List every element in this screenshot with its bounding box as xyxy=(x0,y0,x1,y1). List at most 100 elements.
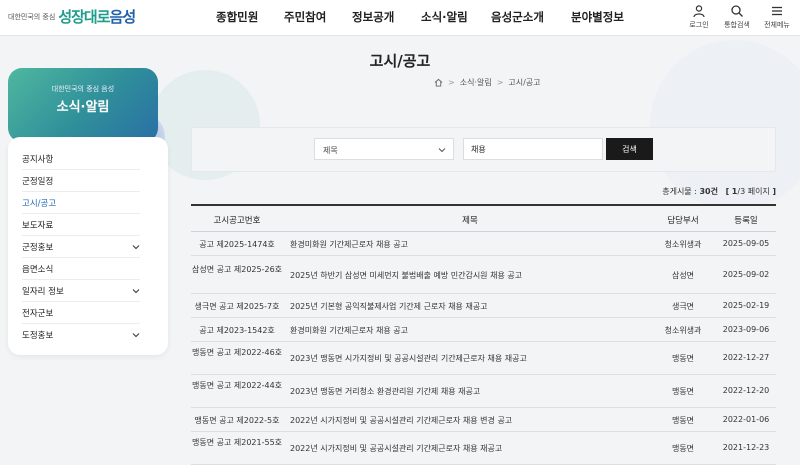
sidebar-item-press[interactable]: 보도자료 xyxy=(22,214,140,236)
sidebar-item-label: 고시/공고 xyxy=(22,198,57,209)
chevron-down-icon xyxy=(438,148,446,153)
row-title[interactable]: 환경미화원 기간제근로자 채용 공고 xyxy=(290,325,650,336)
side-banner: 대한민국의 중심 음성 소식·알림 xyxy=(8,68,158,142)
search-icon xyxy=(731,5,743,17)
search-menu-label: 통합검색 xyxy=(724,21,750,29)
page-bracket-open: [ xyxy=(725,187,730,196)
nav-item-about[interactable]: 음성군소개 xyxy=(491,9,544,25)
row-title[interactable]: 2023년 맹동면 시가지정비 및 공공시설관리 기간제근로자 채용 재공고 xyxy=(290,353,650,364)
breadcrumb: > 소식·알림 > 고시/공고 xyxy=(434,77,541,88)
site-header: 대한민국의 중심 성장대로음성 종합민원 주민참여 정보공개 소식·알림 음성군… xyxy=(0,0,800,36)
row-dept: 청소위생과 xyxy=(664,326,702,335)
sidebar-item-announcements[interactable]: 고시/공고 xyxy=(22,192,140,214)
total-count: 30건 xyxy=(699,187,718,196)
page-total: /3 페이지 xyxy=(737,187,770,196)
row-number: 맹동면 공고 제2022-46호 xyxy=(191,348,283,357)
nav-item-participation[interactable]: 주민참여 xyxy=(284,9,326,25)
breadcrumb-item-current[interactable]: 고시/공고 xyxy=(508,77,540,88)
table-row[interactable]: 공고 제2023-1542호 환경미화원 기간제근로자 채용 공고 청소위생과 … xyxy=(191,318,776,342)
table-row[interactable]: 삼성면 공고 제2025-26호 2025년 하반기 삼성면 미세먼지 불법배출… xyxy=(191,256,776,294)
row-title[interactable]: 환경미화원 기간제근로자 채용 공고 xyxy=(290,239,650,250)
row-number: 공고 제2023-1542호 xyxy=(199,326,275,335)
sidebar-item-jobs[interactable]: 일자리 정보 xyxy=(22,280,140,302)
row-title[interactable]: 2023년 맹동면 거리청소 환경관리원 기간제 채용 재공고 xyxy=(290,386,650,397)
row-number: 생극면 공고 제2025-7호 xyxy=(194,302,280,311)
logo-wordmark-b: 음성 xyxy=(109,8,137,26)
row-number: 맹동면 공고 제2022-44호 xyxy=(191,381,283,390)
user-icon xyxy=(693,5,705,18)
row-date: 2023-09-06 xyxy=(722,325,770,334)
chevron-down-icon xyxy=(132,288,140,293)
nav-item-news[interactable]: 소식·알림 xyxy=(421,9,468,25)
row-title[interactable]: 2022년 시가지정비 및 공공시설관리 기간제근로자 채용 재공고 xyxy=(290,443,650,454)
row-number: 맹동면 공고 제2022-5호 xyxy=(194,416,280,425)
row-date: 2025-09-05 xyxy=(722,239,770,248)
sidebar-item-town-news[interactable]: 읍면소식 xyxy=(22,258,140,280)
home-icon[interactable] xyxy=(434,78,443,87)
row-date: 2021-12-23 xyxy=(722,443,770,452)
logo-tagline: 대한민국의 중심 xyxy=(8,12,56,21)
nav-item-info[interactable]: 정보공개 xyxy=(352,9,394,25)
logo-wordmark: 성장대로음성 xyxy=(58,6,137,27)
row-date: 2022-12-20 xyxy=(722,386,770,395)
site-logo[interactable]: 대한민국의 중심 성장대로음성 xyxy=(8,6,137,27)
table-row[interactable]: 맹동면 공고 제2022-5호 2022년 시가지정비 및 공공시설관리 기간제… xyxy=(191,408,776,432)
row-dept: 맹동면 xyxy=(671,416,695,425)
sidebar-item-notice[interactable]: 공지사항 xyxy=(22,148,140,170)
sidebar-item-label: 일자리 정보 xyxy=(22,286,64,297)
login-label: 로그인 xyxy=(689,21,709,29)
table-row[interactable]: 맹동면 공고 제2022-44호 2023년 맹동면 거리청소 환경관리원 기간… xyxy=(191,375,776,408)
row-dept: 청소위생과 xyxy=(664,240,702,249)
row-number: 맹동면 공고 제2021-55호 xyxy=(191,438,283,447)
column-header: 담당부서 xyxy=(667,216,699,226)
login-button[interactable]: 로그인 xyxy=(679,4,719,30)
table-row[interactable]: 맹동면 공고 제2022-46호 2023년 맹동면 시가지정비 및 공공시설관… xyxy=(191,342,776,375)
sidebar-item-label: 군정일정 xyxy=(22,176,54,187)
row-dept: 맹동면 xyxy=(671,354,695,363)
all-menu-button[interactable]: 전체메뉴 xyxy=(757,4,797,30)
breadcrumb-item[interactable]: 소식·알림 xyxy=(460,77,492,88)
row-date: 2022-01-06 xyxy=(722,415,770,424)
row-dept: 삼성면 xyxy=(671,271,695,280)
row-title[interactable]: 2025년 하반기 삼성면 미세먼지 불법배출 예방 민간감시원 채용 공고 xyxy=(290,270,650,281)
row-date: 2025-02-19 xyxy=(722,301,770,310)
nav-item-civil[interactable]: 종합민원 xyxy=(216,9,258,25)
row-dept: 맹동면 xyxy=(671,387,695,396)
search-field-value: 제목 xyxy=(323,146,338,155)
table-header: 고시공고번호 제목 담당부서 등록일 xyxy=(191,206,776,232)
result-summary: 총게시물 : 30건 [ 1/3 페이지 ] xyxy=(662,186,776,197)
row-dept: 생극면 xyxy=(671,302,695,311)
menu-icon xyxy=(772,6,782,16)
row-number: 삼성면 공고 제2025-26호 xyxy=(191,265,283,274)
sidebar-item-label: 전자군보 xyxy=(22,308,54,319)
sidebar-item-pr[interactable]: 군정홍보 xyxy=(22,236,140,258)
column-header: 고시공고번호 xyxy=(213,216,261,226)
search-menu-button[interactable]: 통합검색 xyxy=(717,4,757,30)
nav-item-fields[interactable]: 분야별정보 xyxy=(571,9,624,25)
row-date: 2022-12-27 xyxy=(722,353,770,362)
sidebar-item-label: 도정홍보 xyxy=(22,331,54,341)
sidebar-item-province-pr[interactable]: 도정홍보 xyxy=(22,324,140,346)
table-row[interactable]: 생극면 공고 제2025-7호 2025년 기본형 공익직불제사업 기간제 근로… xyxy=(191,294,776,318)
table-row[interactable]: 맹동면 공고 제2021-55호 2022년 시가지정비 및 공공시설관리 기간… xyxy=(191,432,776,465)
logo-wordmark-a: 성장대로 xyxy=(58,8,110,26)
sidebar-item-gazette[interactable]: 전자군보 xyxy=(22,302,140,324)
row-number: 공고 제2025-1474호 xyxy=(199,240,275,249)
sidebar-item-label: 보도자료 xyxy=(22,220,54,231)
total-label: 총게시물 : xyxy=(662,187,700,196)
chevron-down-icon xyxy=(132,244,140,249)
sidebar-item-label: 공지사항 xyxy=(22,154,54,165)
table-row[interactable]: 공고 제2025-1474호 환경미화원 기간제근로자 채용 공고 청소위생과 … xyxy=(191,232,776,256)
chevron-right-icon: > xyxy=(496,78,504,87)
announcement-table: 고시공고번호 제목 담당부서 등록일 공고 제2025-1474호 환경미화원 … xyxy=(191,204,776,465)
row-title[interactable]: 2022년 시가지정비 및 공공시설관리 기간제근로자 채용 변경 공고 xyxy=(290,415,650,426)
sidebar-item-schedule[interactable]: 군정일정 xyxy=(22,170,140,192)
row-title[interactable]: 2025년 기본형 공익직불제사업 기간제 근로자 채용 재공고 xyxy=(290,301,650,312)
search-input[interactable] xyxy=(463,138,603,160)
side-banner-subtitle: 대한민국의 중심 음성 xyxy=(51,85,115,93)
search-button[interactable]: 검색 xyxy=(606,138,653,160)
all-menu-label: 전체메뉴 xyxy=(764,21,790,29)
side-banner-title: 소식·알림 xyxy=(56,100,110,115)
search-field-select[interactable]: 제목 xyxy=(314,138,454,160)
chevron-right-icon: > xyxy=(448,78,455,87)
